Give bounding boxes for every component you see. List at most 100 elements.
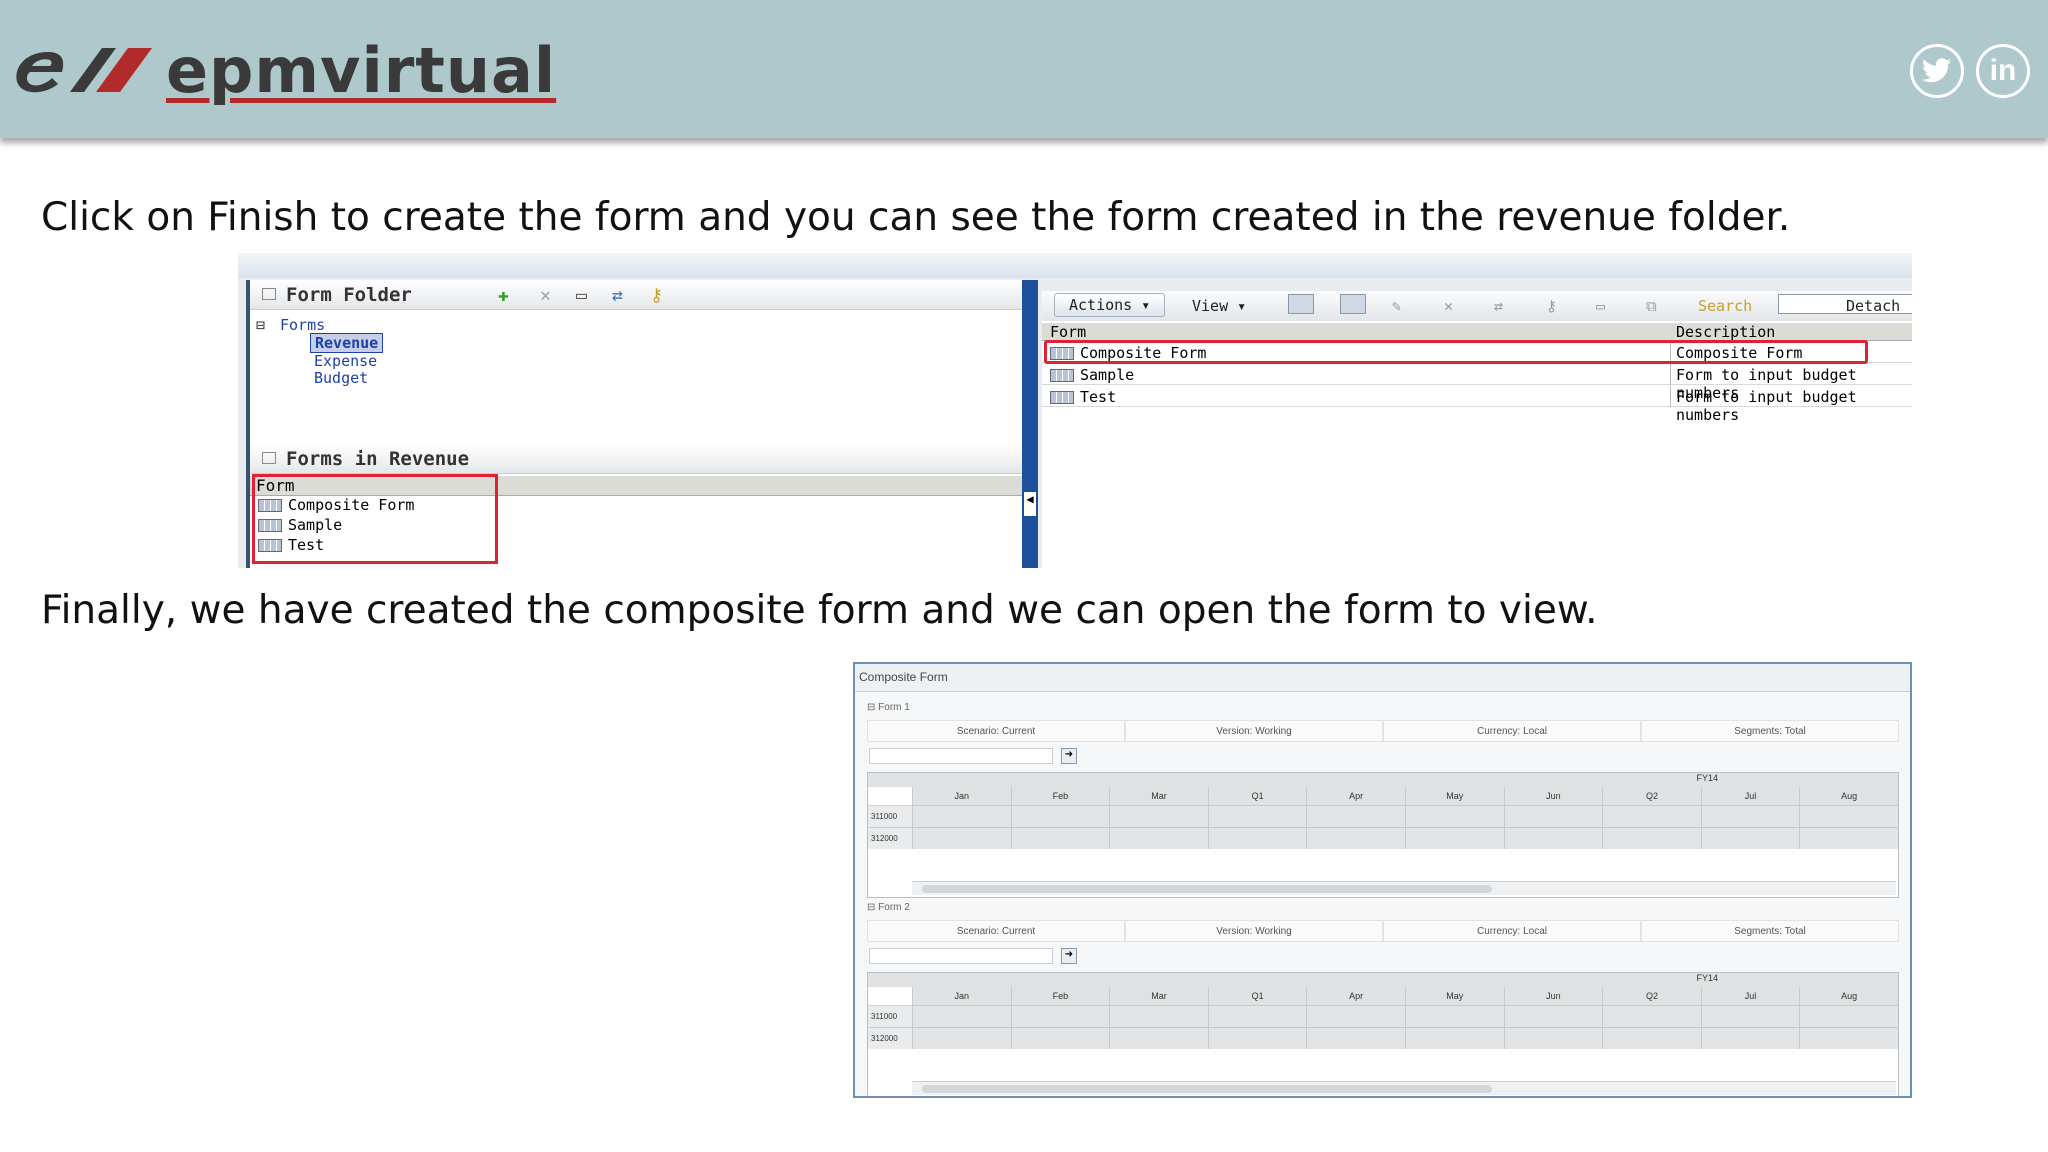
month-header: Apr [1306,787,1405,805]
form-label[interactable]: ⊟ Form 2 [867,902,910,913]
page-selector[interactable] [869,948,1053,964]
data-row[interactable] [912,1027,1898,1049]
tree-item-expense[interactable]: Expense [314,352,377,370]
pov-currency[interactable]: Currency: Local [1383,920,1641,942]
row-header: 312000 [868,827,912,849]
horizontal-scrollbar[interactable] [912,1081,1896,1095]
pov-bar: Scenario: Current Version: Working Curre… [867,720,1899,742]
linkedin-icon[interactable]: in [1976,44,2030,98]
month-header: May [1404,987,1504,1005]
form-section-2: ⊟ Form 2 Scenario: Current Version: Work… [865,902,1901,1096]
tree-item-revenue[interactable]: Revenue [310,333,384,353]
data-row[interactable] [912,1005,1898,1027]
twitter-icon[interactable] [1910,44,1964,98]
scrollbar-thumb[interactable] [922,1085,1492,1093]
table-row[interactable]: Test Form to input budget numbers [1042,386,1912,424]
month-header: Mar [1109,987,1208,1005]
month-headers: Jan Feb Mar Q1 Apr May Jun Q2 Jul Aug [912,987,1898,1005]
horizontal-scrollbar[interactable] [912,881,1896,895]
tree-root-forms[interactable]: Forms [280,316,325,334]
month-header: Q1 [1207,787,1307,805]
month-header: Apr [1306,987,1405,1005]
tree-item-budget[interactable]: Budget [314,369,368,387]
page-selector[interactable] [869,748,1053,764]
forms-in-revenue-header[interactable]: Forms in Revenue [250,444,1022,474]
caption-finish: Click on Finish to create the form and y… [41,195,1791,240]
month-headers: Jan Feb Mar Q1 Apr May Jun Q2 Jul Aug [912,787,1898,805]
form-manager-screenshot: Form Folder ✚ ✕ ▭ ⇄ ⚷ ⊟ Forms Revenue Ex… [238,253,1912,568]
month-header: Jul [1700,987,1800,1005]
description-column-header[interactable]: Description [1676,323,1775,341]
create-composite-form-icon[interactable] [1340,294,1366,314]
logo-mark-icon [16,48,152,93]
table-row[interactable]: Sample Form to input budget numbers [1042,364,1912,402]
composite-form-title: Composite Form [855,664,1910,692]
row-header: 311000 [868,1005,912,1027]
form-icon [1050,390,1074,404]
view-menu-button[interactable]: View ▾ [1192,297,1246,315]
caption-composite: Finally, we have created the composite f… [41,588,1598,633]
go-arrow-icon[interactable]: ➜ [1061,948,1077,964]
go-arrow-icon[interactable]: ➜ [1061,748,1077,764]
rename-icon[interactable]: ▭ [1596,297,1605,315]
month-header: Q2 [1602,987,1701,1005]
month-header: Jan [912,787,1011,805]
add-folder-icon[interactable]: ✚ [498,285,509,306]
pov-version[interactable]: Version: Working [1125,920,1383,942]
actions-menu-button[interactable]: Actions ▾ [1054,293,1166,317]
move-folder-icon[interactable]: ⇄ [612,285,623,306]
highlight-box [1044,340,1868,364]
window-top-bar [238,253,1912,278]
form-folder-header[interactable]: Form Folder [250,280,1022,310]
delete-icon[interactable]: ✕ [1444,297,1453,315]
tree-expand-icon[interactable]: ⊟ [256,316,265,334]
left-panel: Form Folder ✚ ✕ ▭ ⇄ ⚷ ⊟ Forms Revenue Ex… [246,280,1022,568]
pov-segments[interactable]: Segments: Total [1641,920,1899,942]
detach-button[interactable]: Detach [1846,297,1900,315]
pov-segments[interactable]: Segments: Total [1641,720,1899,742]
month-header: Feb [1010,987,1110,1005]
collapse-icon[interactable] [262,452,276,464]
collapse-arrow-icon[interactable]: ◀ [1024,492,1036,516]
year-header: FY14 [868,973,1898,987]
search-label: Search [1698,297,1753,315]
month-header: Q1 [1207,987,1307,1005]
forms-table-header: Form Description [1042,323,1912,341]
highlight-box [252,474,498,564]
pov-version[interactable]: Version: Working [1125,720,1383,742]
form-section-1: ⊟ Form 1 Scenario: Current Version: Work… [865,702,1901,898]
move-icon[interactable]: ⇄ [1494,297,1503,315]
assign-access-icon[interactable]: ⚷ [650,285,663,306]
pov-currency[interactable]: Currency: Local [1383,720,1641,742]
forms-in-revenue-title: Forms in Revenue [286,448,470,470]
month-header: Jul [1700,787,1800,805]
month-header: Aug [1799,787,1898,805]
create-form-icon[interactable] [1288,294,1314,314]
rename-folder-icon[interactable]: ▭ [576,285,587,306]
scrollbar-thumb[interactable] [922,885,1492,893]
epmvirtual-logo[interactable]: epmvirtual [10,30,556,110]
data-grid: FY14 Jan Feb Mar Q1 Apr May Jun Q2 Jul A… [867,772,1899,898]
month-header: Q2 [1602,787,1701,805]
pov-bar: Scenario: Current Version: Working Curre… [867,920,1899,942]
edit-icon[interactable]: ✎ [1392,297,1401,315]
form-icon [1050,368,1074,382]
month-header: Feb [1010,787,1110,805]
row-header: 312000 [868,1027,912,1049]
header-bar: epmvirtual in [0,0,2048,138]
form-column-header[interactable]: Form [1050,323,1086,341]
copy-icon[interactable]: ⧉ [1646,297,1657,315]
pov-scenario[interactable]: Scenario: Current [867,920,1125,942]
delete-folder-icon[interactable]: ✕ [540,285,551,306]
data-grid: FY14 Jan Feb Mar Q1 Apr May Jun Q2 Jul A… [867,972,1899,1096]
collapse-icon[interactable] [262,288,276,300]
pov-scenario[interactable]: Scenario: Current [867,720,1125,742]
panel-splitter[interactable]: ◀ [1022,280,1038,568]
data-row[interactable] [912,827,1898,849]
form-label[interactable]: ⊟ Form 1 [867,702,910,713]
month-header: Aug [1799,987,1898,1005]
form-folder-title: Form Folder [286,284,412,306]
data-row[interactable] [912,805,1898,827]
year-header: FY14 [868,773,1898,787]
assign-access-icon[interactable]: ⚷ [1546,297,1557,315]
